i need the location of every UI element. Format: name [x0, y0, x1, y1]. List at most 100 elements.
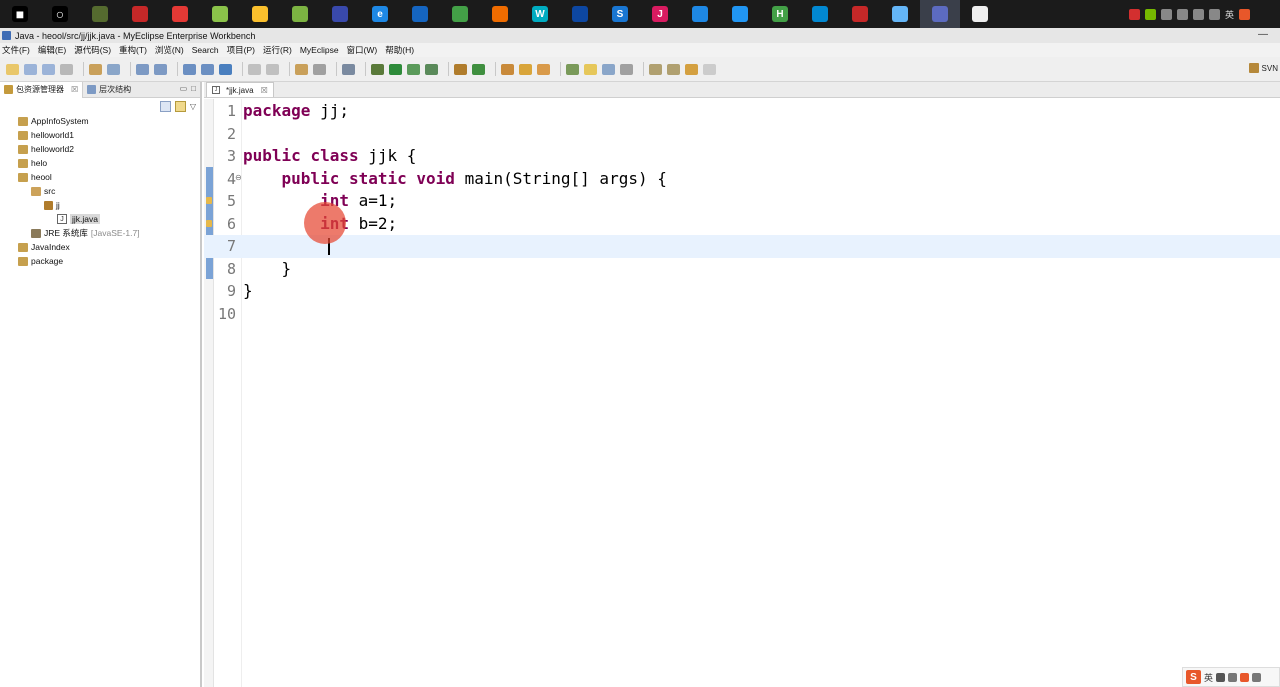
taskbar-app[interactable]: [440, 0, 480, 28]
ime-toolbar[interactable]: S 英: [1182, 667, 1280, 687]
external-tools-icon[interactable]: [425, 63, 438, 75]
taskbar-app[interactable]: [720, 0, 760, 28]
menu-item[interactable]: 帮助(H): [385, 44, 414, 56]
db2-icon[interactable]: [266, 63, 279, 75]
sogou-logo-icon[interactable]: S: [1186, 670, 1201, 684]
code-line[interactable]: 7: [204, 235, 1280, 258]
run-config-icon[interactable]: [407, 63, 420, 75]
toggle-breadcrumb-icon[interactable]: [584, 63, 597, 75]
tray-red-icon[interactable]: [1128, 8, 1140, 20]
taskbar-app[interactable]: [80, 0, 120, 28]
tab-package-explorer[interactable]: 包资源管理器 ☒: [0, 81, 84, 98]
tree-item[interactable]: helloworld1: [0, 128, 200, 142]
code-area[interactable]: 1 package jj; 2 3 public class jjk {4 ⊖ publi…: [204, 99, 1280, 687]
save-icon[interactable]: [24, 63, 37, 75]
menu-item[interactable]: 文件(F): [2, 44, 30, 56]
search-icon[interactable]: [519, 63, 532, 75]
new-icon[interactable]: [6, 63, 19, 75]
deploy-icon[interactable]: [154, 63, 167, 75]
taskbar-app[interactable]: J: [640, 0, 680, 28]
tab-hierarchy[interactable]: 层次结构: [83, 82, 135, 98]
minimize-button[interactable]: —: [1258, 29, 1268, 40]
menu-item[interactable]: 编辑(E): [38, 44, 66, 56]
close-icon[interactable]: ☒: [261, 86, 268, 95]
tab-jjk-java[interactable]: J *jjk.java ☒: [206, 82, 274, 97]
open-web-icon[interactable]: [183, 63, 196, 75]
repo-icon[interactable]: [313, 63, 326, 75]
tray-network-icon[interactable]: [1192, 8, 1204, 20]
taskbar-app[interactable]: [920, 0, 960, 28]
next-annotation-icon[interactable]: [649, 63, 662, 75]
tree-item[interactable]: AppInfoSystem: [0, 114, 200, 128]
fold-toggle-icon[interactable]: ⊖: [235, 173, 242, 182]
code-line[interactable]: 8 }: [204, 258, 1280, 281]
minimize-panel-icon[interactable]: ▭: [180, 84, 188, 93]
code-line[interactable]: 4 ⊖ public static void main(String[] args…: [204, 168, 1280, 191]
menu-item[interactable]: 浏览(N): [155, 44, 184, 56]
tray-sogou-icon[interactable]: [1239, 8, 1250, 20]
code-line[interactable]: 5 int a=1;: [204, 190, 1280, 213]
open-type-icon[interactable]: [501, 63, 514, 75]
open-task-icon[interactable]: [537, 63, 550, 75]
team-icon[interactable]: [295, 63, 308, 75]
new-java-package-icon[interactable]: [454, 63, 467, 75]
tree-item[interactable]: helo: [0, 156, 200, 170]
run-icon[interactable]: [389, 63, 402, 75]
ime-mic-icon[interactable]: [1240, 672, 1250, 682]
tray-language[interactable]: 英: [1225, 8, 1234, 21]
taskbar-app[interactable]: S: [600, 0, 640, 28]
tree-item[interactable]: jj: [0, 198, 200, 212]
debug-icon[interactable]: [371, 63, 384, 75]
taskbar-app[interactable]: [400, 0, 440, 28]
code-line[interactable]: 9}: [204, 280, 1280, 303]
tree-item[interactable]: package: [0, 254, 200, 268]
code-line[interactable]: 10: [204, 303, 1280, 326]
taskbar-app[interactable]: [160, 0, 200, 28]
collapse-all-icon[interactable]: [159, 100, 171, 112]
terminal-icon[interactable]: [342, 63, 355, 75]
block-selection-icon[interactable]: [602, 63, 615, 75]
prev-annotation-icon[interactable]: [667, 63, 680, 75]
taskbar-app[interactable]: [880, 0, 920, 28]
new-project-icon[interactable]: [89, 63, 102, 75]
tree-item[interactable]: JRE 系统库 [JavaSE-1.7]: [0, 226, 200, 240]
tray-nvidia-icon[interactable]: [1144, 8, 1156, 20]
menu-item[interactable]: 源代码(S): [74, 44, 111, 56]
taskbar-app[interactable]: [200, 0, 240, 28]
new-java-class-icon[interactable]: [472, 63, 485, 75]
taskbar-app[interactable]: [960, 0, 1000, 28]
taskbar-app[interactable]: [560, 0, 600, 28]
maximize-panel-icon[interactable]: □: [191, 84, 196, 93]
taskbar-app[interactable]: e: [360, 0, 400, 28]
tree-item[interactable]: heool: [0, 170, 200, 184]
db-icon[interactable]: [248, 63, 261, 75]
close-icon[interactable]: ☒: [71, 85, 78, 94]
code-line[interactable]: 1 package jj;: [204, 100, 1280, 123]
save-all-icon[interactable]: [42, 63, 55, 75]
show-whitespace-icon[interactable]: [620, 63, 633, 75]
code-line[interactable]: 3 public class jjk {: [204, 145, 1280, 168]
ime-keyboard-icon[interactable]: [1252, 672, 1262, 682]
tray-volume-icon[interactable]: [1208, 8, 1220, 20]
forward-icon[interactable]: [703, 63, 716, 75]
ime-language[interactable]: 英: [1204, 671, 1213, 684]
print-icon[interactable]: [60, 63, 73, 75]
ime-moon-icon[interactable]: [1216, 672, 1226, 682]
globe-icon[interactable]: [219, 63, 232, 75]
tree-item[interactable]: JavaIndex: [0, 240, 200, 254]
tree-item[interactable]: Jjjk.java: [0, 212, 200, 226]
taskbar-app[interactable]: ■: [0, 0, 40, 28]
taskbar-app[interactable]: [120, 0, 160, 28]
taskbar-app[interactable]: [280, 0, 320, 28]
tree-item[interactable]: src: [0, 184, 200, 198]
taskbar-app[interactable]: ○: [40, 0, 80, 28]
menu-item[interactable]: 运行(R): [263, 44, 292, 56]
tray-shield-icon[interactable]: [1176, 8, 1188, 20]
taskbar-app[interactable]: [680, 0, 720, 28]
ime-punct-icon[interactable]: [1228, 672, 1238, 682]
taskbar-app[interactable]: [320, 0, 360, 28]
build-icon[interactable]: [107, 63, 120, 75]
back-icon[interactable]: [685, 63, 698, 75]
view-menu-icon[interactable]: ▽: [190, 102, 196, 111]
taskbar-app[interactable]: [800, 0, 840, 28]
